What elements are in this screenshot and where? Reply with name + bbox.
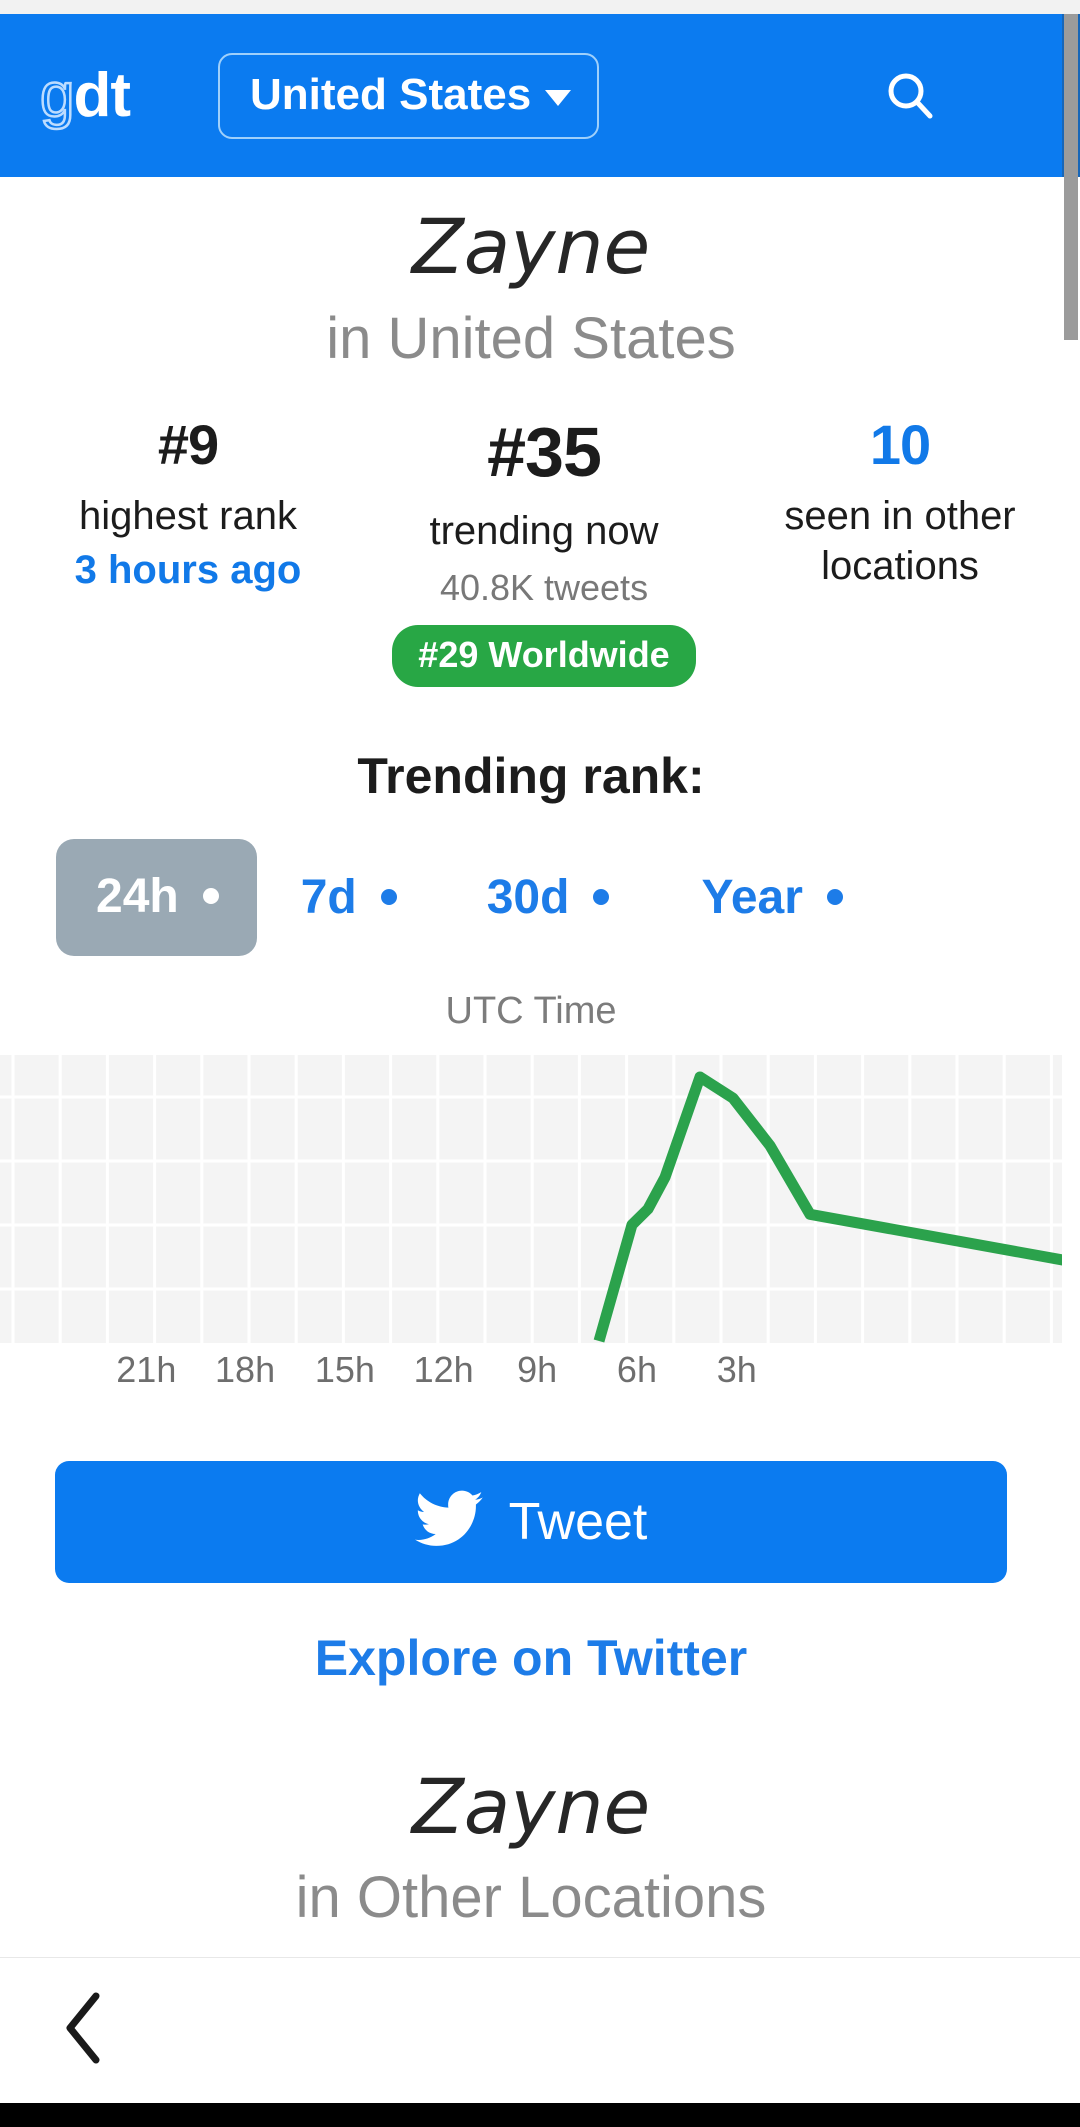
trend-chart[interactable] xyxy=(0,1054,1062,1343)
explore-on-twitter-link[interactable]: Explore on Twitter xyxy=(0,1629,1062,1687)
bottom-navigation-bar xyxy=(0,1957,1080,2103)
stat-other-locations: 10 seen in other locations xyxy=(730,416,1070,686)
location-selector-button[interactable]: United States xyxy=(218,52,600,139)
timezone-label: UTC Time xyxy=(445,989,617,1032)
tab-year[interactable]: Year xyxy=(701,870,843,925)
highest-rank-value: #9 xyxy=(157,413,219,477)
x-axis-tick-label: 21h xyxy=(116,1348,177,1390)
status-strip xyxy=(0,0,1080,14)
app-root: gdt United States Zayne in United States… xyxy=(0,0,1080,2127)
tab-24h-label: 24h xyxy=(96,869,179,923)
gesture-bar xyxy=(0,2103,1080,2127)
search-icon[interactable] xyxy=(882,68,938,124)
tab-30d[interactable]: 30d xyxy=(487,870,610,925)
chart-x-axis: 21h 18h 15h 12h 9h 6h 3h xyxy=(0,1349,1062,1409)
back-chevron-icon[interactable] xyxy=(58,1988,110,2073)
other-locations-count: 10 xyxy=(869,413,931,477)
hamburger-menu-icon[interactable] xyxy=(968,74,1022,117)
tab-24h[interactable]: 24h xyxy=(56,838,257,956)
x-axis-tick-label: 15h xyxy=(314,1348,375,1390)
scrollbar-thumb[interactable] xyxy=(1064,14,1078,340)
page-subtitle: in United States xyxy=(326,305,736,371)
trending-rank-heading: Trending rank: xyxy=(357,747,705,804)
highest-rank-label: highest rank xyxy=(79,494,297,539)
tab-7d-label: 7d xyxy=(300,870,357,924)
header-actions xyxy=(882,68,1036,124)
tab-30d-label: 30d xyxy=(486,870,570,924)
section2-subtitle: in Other Locations xyxy=(295,1865,767,1931)
stats-row: #9 highest rank 3 hours ago #35 trending… xyxy=(0,413,1062,687)
tweet-button-label: Tweet xyxy=(508,1492,648,1551)
app-header: gdt United States xyxy=(0,14,1062,177)
logo-letter-g: g xyxy=(39,60,76,130)
highest-rank-time: 3 hours ago xyxy=(74,548,302,593)
page-content: Zayne in United States #9 highest rank 3… xyxy=(0,177,1062,1957)
tab-7d[interactable]: 7d xyxy=(301,870,397,925)
section2-title: Zayne xyxy=(411,1761,651,1851)
trending-now-label: trending now xyxy=(429,508,659,553)
stat-highest-rank: #9 highest rank 3 hours ago xyxy=(18,416,358,686)
tab-year-label: Year xyxy=(701,870,803,924)
x-axis-tick-label: 9h xyxy=(517,1348,558,1390)
chart-series-line xyxy=(593,1071,1062,1343)
tweet-count: 40.8K tweets xyxy=(439,566,649,608)
range-tabs: 24h 7d 30d Year xyxy=(0,838,1062,956)
tweet-button[interactable]: Tweet xyxy=(55,1460,1007,1583)
page-title: Zayne xyxy=(411,202,651,291)
bullet-dot-icon xyxy=(202,888,219,905)
app-logo[interactable]: gdt xyxy=(39,63,131,128)
bullet-dot-icon xyxy=(593,889,610,906)
other-locations-label: seen in other locations xyxy=(784,494,1016,589)
x-axis-tick-label: 18h xyxy=(215,1348,276,1390)
bullet-dot-icon xyxy=(826,889,843,906)
status-badge[interactable]: #29 Worldwide xyxy=(392,625,696,687)
logo-letters-dt: dt xyxy=(73,60,131,130)
x-axis-tick-label: 3h xyxy=(716,1348,757,1390)
location-selector-label: United States xyxy=(250,69,532,119)
x-axis-tick-label: 12h xyxy=(413,1348,474,1390)
twitter-bird-icon xyxy=(414,1490,483,1553)
x-axis-tick-label: 6h xyxy=(616,1348,657,1390)
stat-trending-now: #35 trending now 40.8K tweets #29 Worldw… xyxy=(358,413,730,687)
bullet-dot-icon xyxy=(380,889,397,906)
chevron-down-icon xyxy=(545,89,572,106)
trending-now-value: #35 xyxy=(487,413,602,492)
worldwide-badge-wrap: #29 Worldwide xyxy=(358,625,730,687)
